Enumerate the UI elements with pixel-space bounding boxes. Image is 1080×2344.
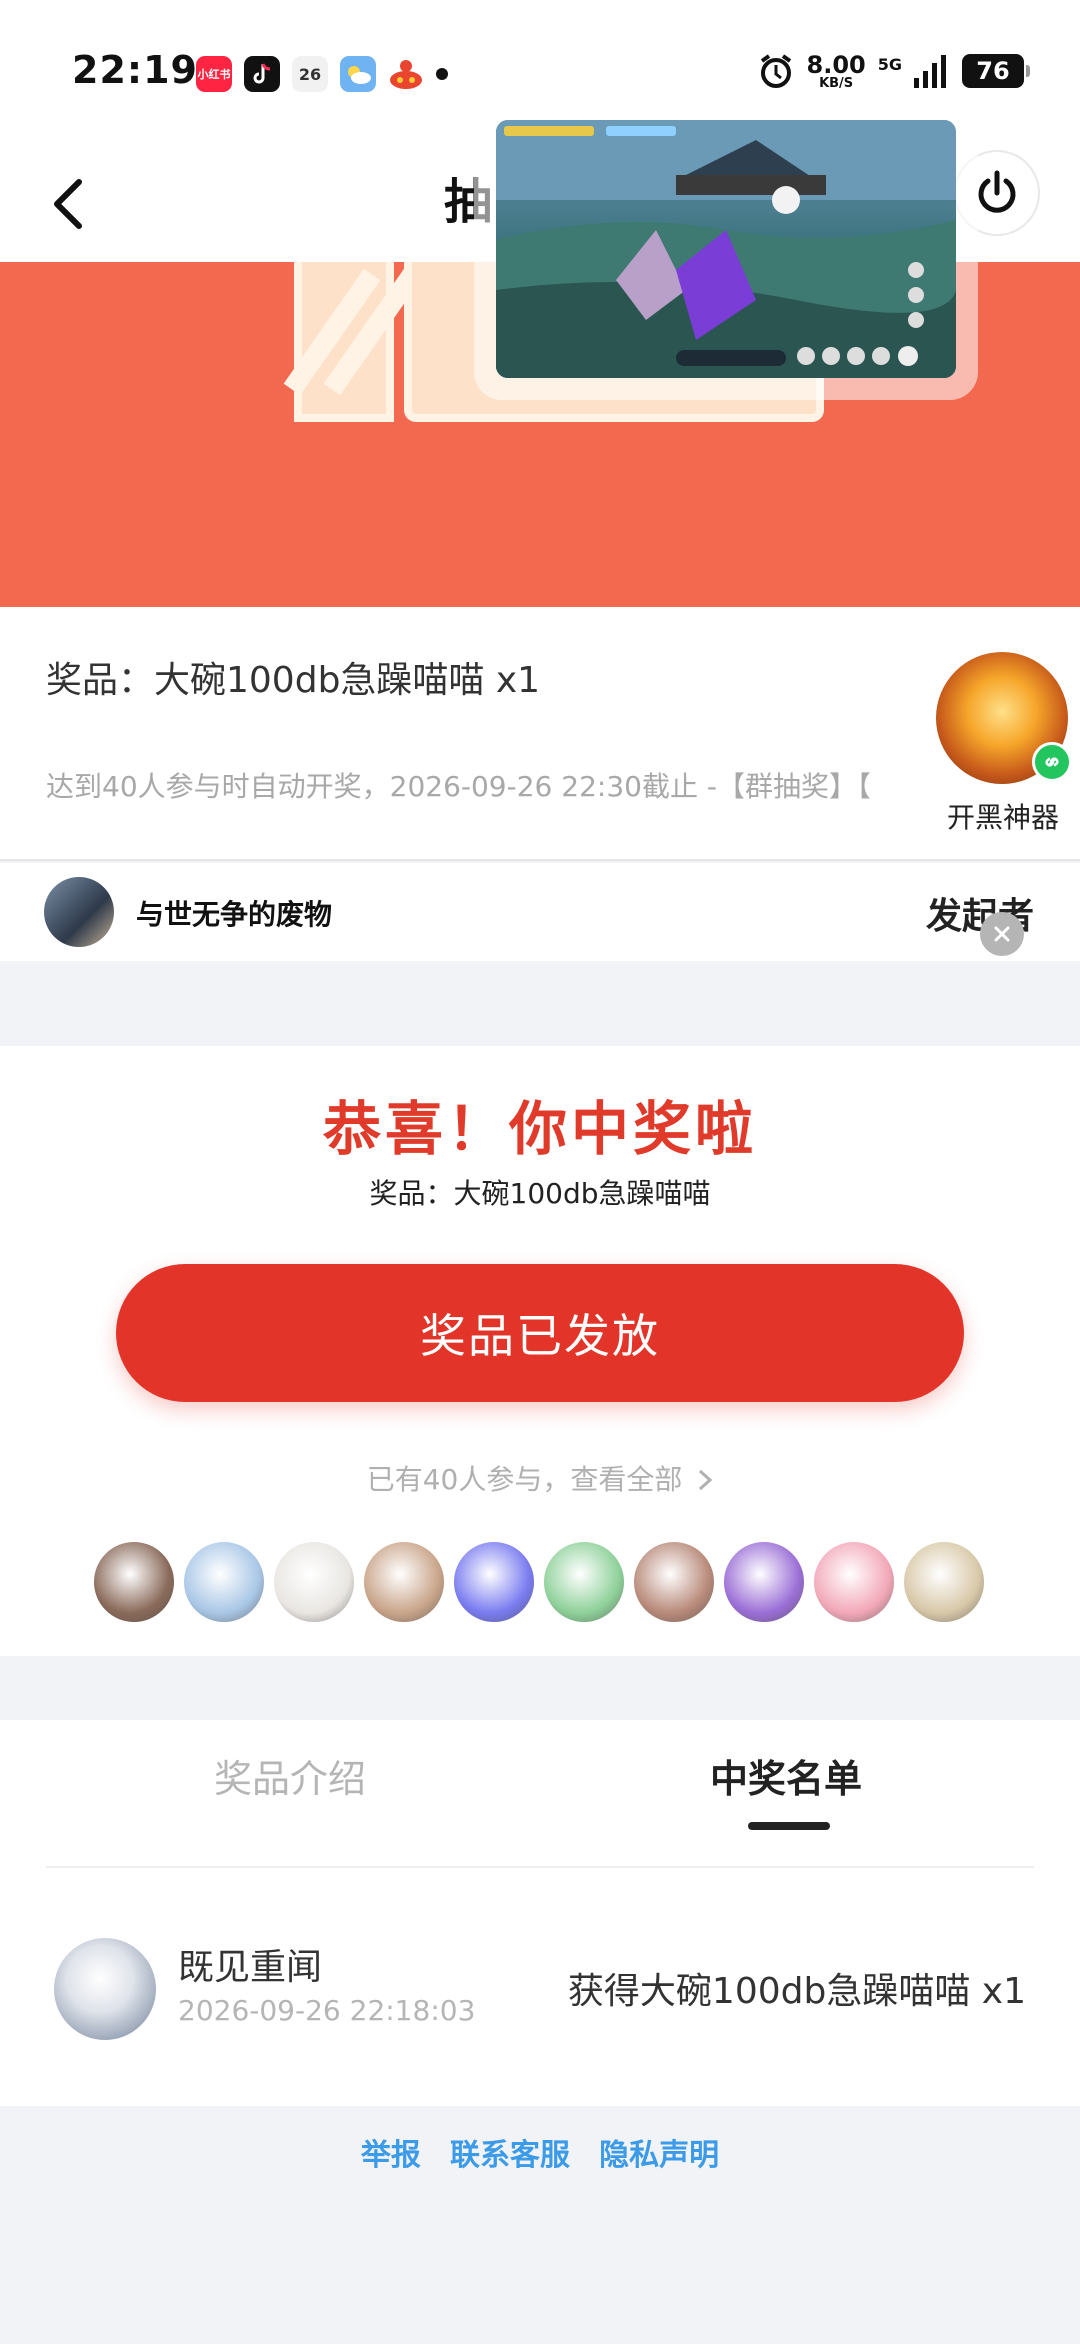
prize-rule: 达到40人参与时自动开奖，2026-09-26 22:30截止 -【群抽奖】【 xyxy=(46,770,871,803)
congrats-headline: 恭喜！你中奖啦 xyxy=(322,1095,757,1163)
avatar xyxy=(54,1938,156,2040)
banner-decoration xyxy=(294,262,394,422)
prize-info: 奖品：大碗100db急躁喵喵 x1 达到40人参与时自动开奖，2026-09-2… xyxy=(0,607,1080,861)
floating-mini-program[interactable]: 开黑神器 xyxy=(936,652,1072,836)
participants-text: 已有40人参与，查看全部 xyxy=(366,1463,683,1496)
prize-title: 奖品：大碗100db急躁喵喵 x1 xyxy=(46,660,541,701)
close-mini-program-button[interactable] xyxy=(980,912,1024,956)
notification-icons: 小红书 26 xyxy=(196,56,448,92)
calendar-icon: 26 xyxy=(292,56,328,92)
power-icon xyxy=(978,170,1016,213)
winner-name: 既见重闻 xyxy=(178,1947,323,1988)
xiaohongshu-icon: 小红书 xyxy=(196,56,232,92)
network-speed: 8.00 KB/S xyxy=(806,50,866,91)
mini-program-label: 开黑神器 xyxy=(946,801,1059,834)
floating-game-video[interactable] xyxy=(496,120,956,378)
avatar xyxy=(44,877,114,947)
network-type: 5G xyxy=(877,54,902,74)
participant-avatar xyxy=(542,1540,626,1624)
link-icon xyxy=(1032,742,1072,782)
more-notifications-dot xyxy=(436,68,448,80)
chevron-left-icon xyxy=(54,179,82,229)
participant-avatars[interactable] xyxy=(92,1540,986,1624)
prize-issued-button[interactable]: 奖品已发放 xyxy=(116,1264,964,1402)
status-indicators: 8.00 KB/S 5G 76 xyxy=(757,50,1030,91)
participant-avatar xyxy=(362,1540,446,1624)
game-scene-image xyxy=(496,120,956,378)
footer-links: 举报 联系客服 隐私声明 xyxy=(0,2130,1080,2174)
back-button[interactable] xyxy=(40,166,96,242)
app-icon xyxy=(388,56,424,92)
divider xyxy=(0,859,1080,861)
congrats-prize: 奖品：大碗100db急躁喵喵 xyxy=(369,1177,711,1210)
winner-time: 2026-09-26 22:18:03 xyxy=(178,1994,476,2027)
clock: 22:19 xyxy=(72,48,198,92)
view-all-participants-link[interactable]: 已有40人参与，查看全部 xyxy=(0,1458,1080,1498)
mini-program-avatar xyxy=(936,652,1072,784)
participant-avatar xyxy=(812,1540,896,1624)
contact-support-link[interactable]: 联系客服 xyxy=(450,2138,570,2173)
tabs-card: 奖品介绍 中奖名单 既见重闻 2026-09-26 22:18:03 获得大碗1… xyxy=(0,1720,1080,2106)
privacy-link[interactable]: 隐私声明 xyxy=(599,2138,719,2173)
divider xyxy=(46,1866,1034,1868)
initiator-row[interactable]: 与世无争的废物 发起者 xyxy=(0,863,1080,961)
participant-avatar xyxy=(722,1540,806,1624)
initiator-name: 与世无争的废物 xyxy=(136,898,333,931)
tab-winner-list[interactable]: 中奖名单 xyxy=(710,1748,862,1803)
weather-icon xyxy=(340,56,376,92)
battery-indicator: 76 xyxy=(962,54,1030,88)
douyin-icon xyxy=(244,56,280,92)
winner-prize: 获得大碗100db急躁喵喵 x1 xyxy=(567,1971,1026,2012)
participant-avatar xyxy=(92,1540,176,1624)
report-link[interactable]: 举报 xyxy=(361,2138,421,2173)
participant-avatar xyxy=(902,1540,986,1624)
participant-avatar xyxy=(452,1540,536,1624)
participant-avatar xyxy=(632,1540,716,1624)
alarm-icon xyxy=(760,54,791,88)
close-icon xyxy=(994,926,1010,942)
participant-avatar xyxy=(272,1540,356,1624)
tab-prize-intro[interactable]: 奖品介绍 xyxy=(214,1748,366,1803)
participant-avatar xyxy=(182,1540,266,1624)
chevron-right-icon xyxy=(699,1469,713,1491)
signal-icon xyxy=(914,55,946,88)
result-card: 恭喜！你中奖啦 奖品：大碗100db急躁喵喵 奖品已发放 已有40人参与，查看全… xyxy=(0,1046,1080,1656)
active-tab-indicator xyxy=(748,1822,830,1830)
